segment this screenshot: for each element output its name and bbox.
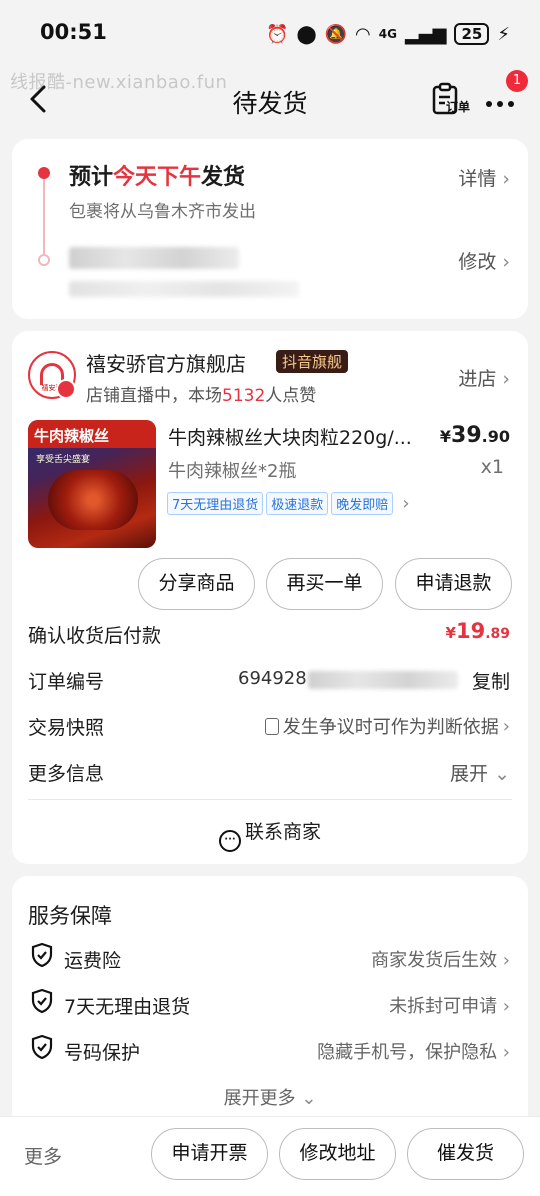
service-title: 服务保障 <box>28 904 112 928</box>
shop-name[interactable]: 禧安骄官方旗舰店 <box>86 348 246 377</box>
snapshot-link[interactable]: 发生争议时可作为判断依据 › <box>264 713 510 739</box>
more-options-icon[interactable] <box>484 94 516 107</box>
service-item-label: 7天无理由退货 <box>64 996 191 1018</box>
shield-check-icon <box>30 988 54 1018</box>
address-redacted <box>69 247 239 269</box>
service-item-privacy[interactable]: 隐藏手机号，保护隐私 › <box>317 1038 510 1064</box>
chevron-down-icon: ⌄ <box>488 763 510 785</box>
product-quantity: x1 <box>480 456 504 478</box>
delivery-title: 预计今天下午发货 <box>69 165 246 190</box>
document-icon <box>264 717 279 735</box>
delivery-card: 预计今天下午发货 包裹将从乌鲁木齐市发出 详情 › 修改 › <box>12 139 528 319</box>
divider <box>28 799 512 800</box>
product-price: ¥39.90 <box>439 423 510 448</box>
refund-button[interactable]: 申请退款 <box>395 558 512 610</box>
bottom-action-bar: 更多 申请开票 修改地址 催发货 <box>0 1116 540 1196</box>
location-icon: ⬤ <box>296 23 317 45</box>
service-item-label: 号码保护 <box>64 1042 141 1064</box>
product-title[interactable]: 牛肉辣椒丝大块肉粒220g/... <box>168 423 426 450</box>
network-label: 4G <box>378 27 397 41</box>
service-item-return[interactable]: 未拆封可申请 › <box>389 992 510 1018</box>
service-item-label: 运费险 <box>64 950 122 972</box>
live-icon <box>56 379 76 399</box>
rebuy-button[interactable]: 再买一单 <box>266 558 383 610</box>
enter-shop-link[interactable]: 进店 › <box>458 364 510 391</box>
signal-icon: ▂▄▆ <box>404 23 447 45</box>
product-image[interactable]: 牛肉辣椒丝 享受舌尖盛宴 <box>28 420 156 548</box>
battery-indicator: 25 <box>454 23 490 45</box>
timeline-icon <box>38 167 50 266</box>
notification-badge: 1 <box>506 70 528 92</box>
alarm-icon: ⏰ <box>266 23 289 45</box>
shield-check-icon <box>30 942 54 972</box>
shop-badge: 抖音旗舰 <box>276 350 349 373</box>
status-icons: ⏰ ⬤ 🔕 ◠ 4G ▂▄▆ 25 ⚡ <box>266 20 510 48</box>
order-number-value: 694928 <box>238 668 307 689</box>
contact-seller-button[interactable]: ··· 联系商家 <box>12 817 528 852</box>
expand-more-info-button[interactable]: 展开 ⌄ <box>450 759 510 786</box>
tags-chevron-icon: › <box>402 493 410 514</box>
mute-icon: 🔕 <box>324 23 348 45</box>
delivery-detail-link[interactable]: 详情 › <box>458 164 510 191</box>
share-product-button[interactable]: 分享商品 <box>138 558 255 610</box>
modify-address-button[interactable]: 修改地址 <box>279 1128 396 1180</box>
copy-order-button[interactable]: 复制 <box>472 667 510 694</box>
tag-late-compensation: 晚发即赔 <box>331 492 394 515</box>
wifi-icon: ◠ <box>355 23 371 45</box>
modify-address-link[interactable]: 修改 › <box>458 247 510 274</box>
contact-redacted <box>69 281 299 297</box>
order-number-redacted <box>308 671 458 689</box>
chevron-down-icon: ⌄ <box>295 1088 317 1109</box>
payment-amount: ¥19.89 <box>445 619 510 643</box>
snapshot-label: 交易快照 <box>28 717 105 739</box>
urge-shipping-button[interactable]: 催发货 <box>407 1128 524 1180</box>
shield-check-icon <box>30 1034 54 1064</box>
order-number-label: 订单编号 <box>28 671 105 693</box>
delivery-subtitle: 包裹将从乌鲁木齐市发出 <box>69 202 256 222</box>
chat-bubble-icon: ··· <box>218 830 241 852</box>
payment-label: 确认收货后付款 <box>28 625 162 647</box>
order-card: 禧安骄 禧安骄官方旗舰店 抖音旗舰 店铺直播中，本场5132人点赞 进店 › 牛… <box>12 331 528 864</box>
tag-7day-return: 7天无理由退货 <box>167 492 264 515</box>
tag-fast-refund: 极速退款 <box>266 492 329 515</box>
order-label: 订单 <box>446 100 471 114</box>
expand-more-button[interactable]: 展开更多 ⌄ <box>12 1084 528 1110</box>
status-time: 00:51 <box>40 20 107 44</box>
shop-live-status: 店铺直播中，本场5132人点赞 <box>86 386 317 406</box>
more-info-label: 更多信息 <box>28 763 105 785</box>
service-item-shipping-insurance[interactable]: 商家发货后生效 › <box>371 946 510 972</box>
charging-icon: ⚡ <box>497 23 510 45</box>
product-tags[interactable]: 7天无理由退货 极速退款 晚发即赔 › <box>167 492 410 515</box>
more-actions-button[interactable]: 更多 <box>24 1142 62 1169</box>
product-spec: 牛肉辣椒丝*2瓶 <box>168 461 297 482</box>
invoice-button[interactable]: 申请开票 <box>151 1128 268 1180</box>
service-card: 服务保障 运费险 商家发货后生效 › 7天无理由退货 未拆封可申请 › 号码保护… <box>12 876 528 1116</box>
